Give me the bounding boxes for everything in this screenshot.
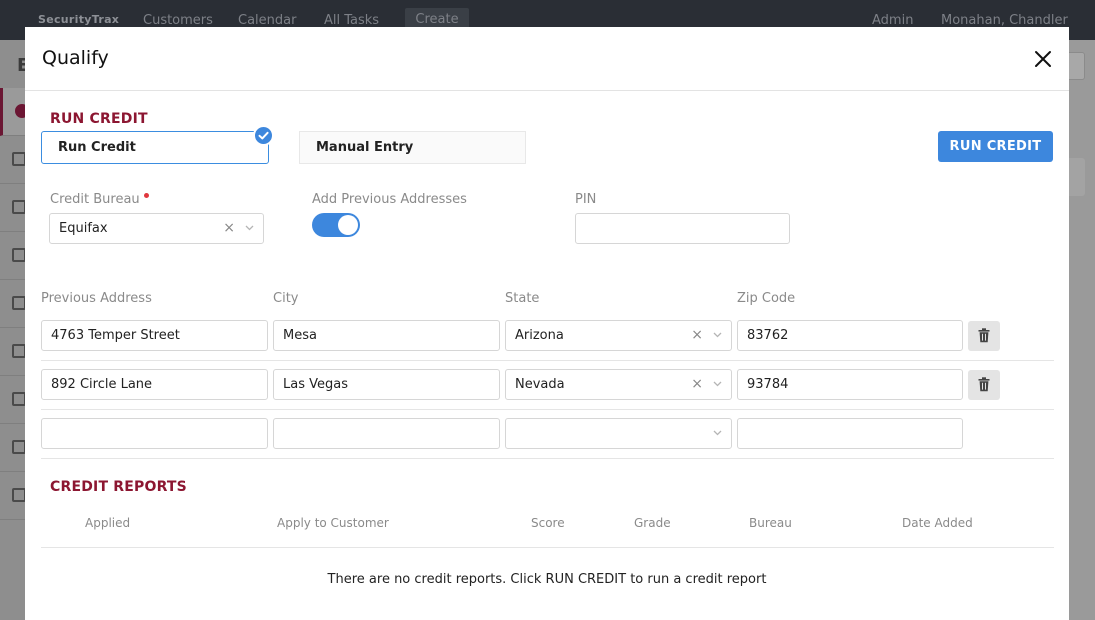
table-header-divider bbox=[41, 547, 1054, 548]
background-right-edge bbox=[1069, 40, 1095, 620]
pen-icon bbox=[12, 392, 26, 406]
qualify-modal: Qualify RUN CREDIT Run Credit Manual Ent… bbox=[25, 27, 1069, 620]
pin-input[interactable] bbox=[575, 213, 790, 244]
empty-credit-reports-message: There are no credit reports. Click RUN C… bbox=[327, 572, 767, 587]
modal-header: Qualify bbox=[25, 27, 1069, 91]
trash-icon bbox=[978, 328, 990, 343]
nav-calendar[interactable]: Calendar bbox=[238, 13, 296, 28]
column-header-bureau: Bureau bbox=[749, 516, 792, 530]
address-input[interactable] bbox=[41, 418, 268, 449]
header-state: State bbox=[505, 291, 540, 306]
toggle-knob bbox=[338, 215, 358, 235]
sidebar bbox=[0, 40, 29, 620]
address-input[interactable]: 892 Circle Lane bbox=[41, 369, 268, 400]
sidebar-item-8[interactable] bbox=[0, 472, 26, 520]
sidebar-item-3[interactable] bbox=[0, 232, 26, 280]
user-name[interactable]: Monahan, Chandler bbox=[941, 13, 1068, 28]
window-icon bbox=[12, 488, 26, 502]
trash-icon bbox=[978, 377, 990, 392]
delete-row-button[interactable] bbox=[968, 321, 1000, 351]
column-header-date-added: Date Added bbox=[902, 516, 973, 530]
background-dropdown-button bbox=[1069, 52, 1085, 80]
selected-check-badge bbox=[253, 125, 274, 146]
header-city: City bbox=[273, 291, 299, 306]
add-previous-addresses-toggle[interactable] bbox=[312, 213, 360, 237]
document-icon bbox=[12, 152, 26, 166]
brand-logo: SecurityTrax bbox=[38, 13, 120, 26]
row-divider bbox=[41, 360, 1054, 361]
clear-icon[interactable]: × bbox=[691, 370, 703, 399]
truck-icon bbox=[12, 200, 26, 214]
user-role[interactable]: Admin bbox=[872, 13, 913, 28]
header-previous-address: Previous Address bbox=[41, 291, 152, 306]
sidebar-item-2[interactable] bbox=[0, 184, 26, 232]
state-value: Arizona bbox=[515, 328, 564, 343]
required-indicator bbox=[143, 193, 149, 198]
sidebar-item-4[interactable] bbox=[0, 280, 26, 328]
row-divider bbox=[41, 458, 1054, 459]
run-credit-button[interactable]: RUN CREDIT bbox=[938, 131, 1053, 162]
modal-title: Qualify bbox=[42, 47, 109, 69]
sidebar-item-7[interactable] bbox=[0, 424, 26, 472]
credit-bureau-label: Credit Bureau bbox=[50, 192, 149, 207]
history-icon bbox=[12, 440, 26, 454]
pin-label: PIN bbox=[575, 192, 597, 207]
row-divider bbox=[41, 409, 1054, 410]
state-select[interactable]: Arizona × bbox=[505, 320, 732, 351]
column-header-score: Score bbox=[531, 516, 565, 530]
sidebar-item-6[interactable] bbox=[0, 376, 26, 424]
column-header-apply-to-customer: Apply to Customer bbox=[277, 516, 389, 530]
chevron-down-icon[interactable] bbox=[713, 430, 722, 436]
state-select[interactable]: Nevada × bbox=[505, 369, 732, 400]
city-input[interactable]: Las Vegas bbox=[273, 369, 500, 400]
nav-customers[interactable]: Customers bbox=[143, 13, 213, 28]
credit-bureau-value: Equifax bbox=[59, 221, 108, 236]
address-input[interactable]: 4763 Temper Street bbox=[41, 320, 268, 351]
sidebar-item-1[interactable] bbox=[0, 136, 26, 184]
close-button[interactable] bbox=[1029, 47, 1057, 71]
delete-row-button[interactable] bbox=[968, 370, 1000, 400]
zip-input[interactable]: 93784 bbox=[737, 369, 963, 400]
credit-bureau-label-text: Credit Bureau bbox=[50, 192, 140, 207]
add-previous-addresses-label: Add Previous Addresses bbox=[312, 192, 467, 207]
state-select[interactable] bbox=[505, 418, 732, 449]
sidebar-item-customer[interactable] bbox=[0, 88, 29, 136]
money-icon bbox=[12, 296, 26, 310]
check-icon bbox=[258, 131, 269, 140]
chevron-down-icon[interactable] bbox=[245, 225, 254, 231]
phone-icon bbox=[12, 344, 26, 358]
chevron-down-icon[interactable] bbox=[713, 332, 722, 338]
nav-all-tasks[interactable]: All Tasks bbox=[324, 13, 379, 28]
zip-input[interactable] bbox=[737, 418, 963, 449]
state-value: Nevada bbox=[515, 377, 565, 392]
column-header-grade: Grade bbox=[634, 516, 671, 530]
option-manual-entry[interactable]: Manual Entry bbox=[299, 131, 526, 164]
run-credit-section-title: RUN CREDIT bbox=[50, 111, 148, 127]
credit-reports-section-title: CREDIT REPORTS bbox=[50, 479, 187, 495]
city-input[interactable]: Mesa bbox=[273, 320, 500, 351]
zip-input[interactable]: 83762 bbox=[737, 320, 963, 351]
column-header-applied: Applied bbox=[85, 516, 131, 530]
header-zip-code: Zip Code bbox=[737, 291, 796, 306]
close-icon bbox=[1035, 51, 1051, 67]
chevron-down-icon[interactable] bbox=[713, 381, 722, 387]
option-run-credit[interactable]: Run Credit bbox=[41, 131, 269, 164]
clear-icon[interactable]: × bbox=[691, 321, 703, 350]
clear-icon[interactable]: × bbox=[223, 214, 235, 243]
city-input[interactable] bbox=[273, 418, 500, 449]
signal-icon bbox=[12, 248, 26, 262]
sidebar-item-5[interactable] bbox=[0, 328, 26, 376]
background-side-button bbox=[1069, 158, 1085, 196]
credit-bureau-select[interactable]: Equifax × bbox=[49, 213, 264, 244]
